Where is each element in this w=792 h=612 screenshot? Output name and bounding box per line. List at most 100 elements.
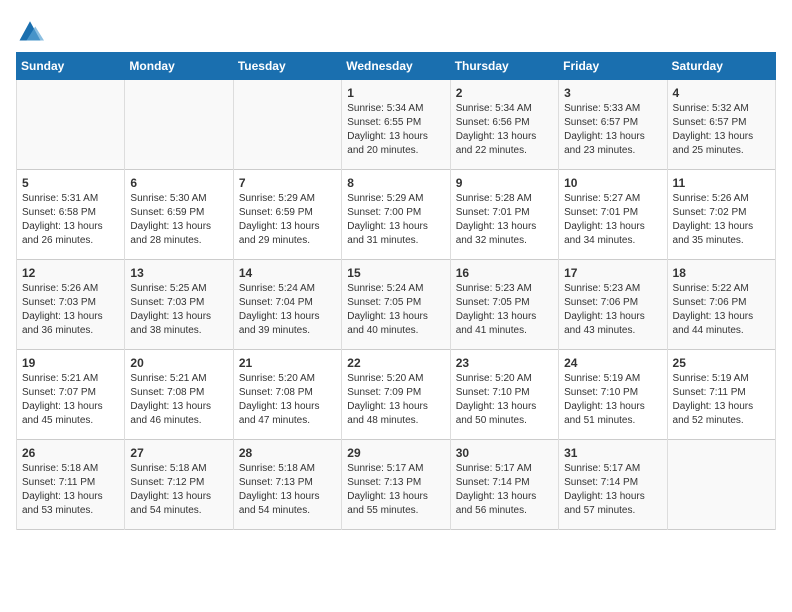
calendar-cell: 23 Sunrise: 5:20 AM Sunset: 7:10 PM Dayli… <box>450 350 558 440</box>
day-number: 22 <box>347 356 444 370</box>
page-header <box>16 16 776 44</box>
day-number: 23 <box>456 356 553 370</box>
day-info: Sunrise: 5:18 AM Sunset: 7:13 PM Dayligh… <box>239 462 336 518</box>
day-info: Sunrise: 5:17 AM Sunset: 7:13 PM Dayligh… <box>347 462 444 518</box>
calendar-cell: 20 Sunrise: 5:21 AM Sunset: 7:08 PM Dayli… <box>125 350 233 440</box>
calendar-cell: 14Sunrise: 5:24 AM Sunset: 7:04 PM Dayli… <box>233 260 341 350</box>
day-number: 30 <box>456 446 553 460</box>
day-info: Sunrise: 5:31 AM Sunset: 6:58 PM Dayligh… <box>22 192 119 248</box>
day-info: Sunrise: 5:20 AM Sunset: 7:10 PM Dayligh… <box>456 372 553 428</box>
header-row: SundayMondayTuesdayWednesdayThursdayFrid… <box>17 53 776 80</box>
day-number: 6 <box>130 176 227 190</box>
calendar-cell: 1Sunrise: 5:34 AM Sunset: 6:55 PM Daylig… <box>342 80 450 170</box>
logo-icon <box>16 16 44 44</box>
day-info: Sunrise: 5:17 AM Sunset: 7:14 PM Dayligh… <box>456 462 553 518</box>
day-info: Sunrise: 5:34 AM Sunset: 6:56 PM Dayligh… <box>456 102 553 158</box>
calendar-cell: 2 Sunrise: 5:34 AM Sunset: 6:56 PM Daylig… <box>450 80 558 170</box>
calendar-header: SundayMondayTuesdayWednesdayThursdayFrid… <box>17 53 776 80</box>
calendar-cell: 10Sunrise: 5:27 AM Sunset: 7:01 PM Dayli… <box>559 170 667 260</box>
calendar-cell: 9 Sunrise: 5:28 AM Sunset: 7:01 PM Daylig… <box>450 170 558 260</box>
day-number: 21 <box>239 356 336 370</box>
day-info: Sunrise: 5:23 AM Sunset: 7:06 PM Dayligh… <box>564 282 661 338</box>
day-number: 29 <box>347 446 444 460</box>
day-number: 4 <box>673 86 770 100</box>
day-number: 14 <box>239 266 336 280</box>
week-row-3: 19Sunrise: 5:21 AM Sunset: 7:07 PM Dayli… <box>17 350 776 440</box>
day-info: Sunrise: 5:21 AM Sunset: 7:07 PM Dayligh… <box>22 372 119 428</box>
day-number: 31 <box>564 446 661 460</box>
calendar-cell: 19Sunrise: 5:21 AM Sunset: 7:07 PM Dayli… <box>17 350 125 440</box>
calendar-cell: 30 Sunrise: 5:17 AM Sunset: 7:14 PM Dayli… <box>450 440 558 530</box>
calendar-cell: 6 Sunrise: 5:30 AM Sunset: 6:59 PM Daylig… <box>125 170 233 260</box>
day-info: Sunrise: 5:33 AM Sunset: 6:57 PM Dayligh… <box>564 102 661 158</box>
day-info: Sunrise: 5:18 AM Sunset: 7:11 PM Dayligh… <box>22 462 119 518</box>
day-number: 8 <box>347 176 444 190</box>
day-number: 20 <box>130 356 227 370</box>
calendar-cell: 26 Sunrise: 5:18 AM Sunset: 7:11 PM Dayli… <box>17 440 125 530</box>
day-info: Sunrise: 5:24 AM Sunset: 7:05 PM Dayligh… <box>347 282 444 338</box>
header-day-wednesday: Wednesday <box>342 53 450 80</box>
day-number: 11 <box>673 176 770 190</box>
week-row-4: 26 Sunrise: 5:18 AM Sunset: 7:11 PM Dayli… <box>17 440 776 530</box>
header-day-thursday: Thursday <box>450 53 558 80</box>
calendar-cell: 21 Sunrise: 5:20 AM Sunset: 7:08 PM Dayli… <box>233 350 341 440</box>
day-info: Sunrise: 5:23 AM Sunset: 7:05 PM Dayligh… <box>456 282 553 338</box>
calendar-cell: 24Sunrise: 5:19 AM Sunset: 7:10 PM Dayli… <box>559 350 667 440</box>
calendar-cell: 11 Sunrise: 5:26 AM Sunset: 7:02 PM Dayli… <box>667 170 775 260</box>
day-number: 18 <box>673 266 770 280</box>
day-info: Sunrise: 5:29 AM Sunset: 6:59 PM Dayligh… <box>239 192 336 248</box>
calendar-cell: 27 Sunrise: 5:18 AM Sunset: 7:12 PM Dayli… <box>125 440 233 530</box>
calendar-cell: 28Sunrise: 5:18 AM Sunset: 7:13 PM Dayli… <box>233 440 341 530</box>
calendar-cell: 22 Sunrise: 5:20 AM Sunset: 7:09 PM Dayli… <box>342 350 450 440</box>
calendar-cell: 29 Sunrise: 5:17 AM Sunset: 7:13 PM Dayli… <box>342 440 450 530</box>
day-number: 16 <box>456 266 553 280</box>
header-day-saturday: Saturday <box>667 53 775 80</box>
day-info: Sunrise: 5:30 AM Sunset: 6:59 PM Dayligh… <box>130 192 227 248</box>
day-number: 24 <box>564 356 661 370</box>
day-info: Sunrise: 5:26 AM Sunset: 7:02 PM Dayligh… <box>673 192 770 248</box>
calendar-body: 1Sunrise: 5:34 AM Sunset: 6:55 PM Daylig… <box>17 80 776 530</box>
week-row-1: 5 Sunrise: 5:31 AM Sunset: 6:58 PM Daylig… <box>17 170 776 260</box>
week-row-2: 12 Sunrise: 5:26 AM Sunset: 7:03 PM Dayli… <box>17 260 776 350</box>
calendar-cell: 7 Sunrise: 5:29 AM Sunset: 6:59 PM Daylig… <box>233 170 341 260</box>
calendar-cell: 16 Sunrise: 5:23 AM Sunset: 7:05 PM Dayli… <box>450 260 558 350</box>
day-info: Sunrise: 5:20 AM Sunset: 7:08 PM Dayligh… <box>239 372 336 428</box>
day-number: 26 <box>22 446 119 460</box>
day-number: 15 <box>347 266 444 280</box>
calendar-table: SundayMondayTuesdayWednesdayThursdayFrid… <box>16 52 776 530</box>
calendar-cell <box>125 80 233 170</box>
day-info: Sunrise: 5:28 AM Sunset: 7:01 PM Dayligh… <box>456 192 553 248</box>
day-number: 25 <box>673 356 770 370</box>
header-day-tuesday: Tuesday <box>233 53 341 80</box>
day-info: Sunrise: 5:19 AM Sunset: 7:11 PM Dayligh… <box>673 372 770 428</box>
day-info: Sunrise: 5:22 AM Sunset: 7:06 PM Dayligh… <box>673 282 770 338</box>
calendar-cell: 12 Sunrise: 5:26 AM Sunset: 7:03 PM Dayli… <box>17 260 125 350</box>
day-info: Sunrise: 5:18 AM Sunset: 7:12 PM Dayligh… <box>130 462 227 518</box>
day-number: 5 <box>22 176 119 190</box>
calendar-cell: 17Sunrise: 5:23 AM Sunset: 7:06 PM Dayli… <box>559 260 667 350</box>
calendar-cell: 25 Sunrise: 5:19 AM Sunset: 7:11 PM Dayli… <box>667 350 775 440</box>
day-number: 12 <box>22 266 119 280</box>
day-info: Sunrise: 5:20 AM Sunset: 7:09 PM Dayligh… <box>347 372 444 428</box>
day-number: 27 <box>130 446 227 460</box>
header-day-sunday: Sunday <box>17 53 125 80</box>
header-day-monday: Monday <box>125 53 233 80</box>
logo <box>16 16 48 44</box>
header-day-friday: Friday <box>559 53 667 80</box>
calendar-cell: 31Sunrise: 5:17 AM Sunset: 7:14 PM Dayli… <box>559 440 667 530</box>
calendar-cell: 4 Sunrise: 5:32 AM Sunset: 6:57 PM Daylig… <box>667 80 775 170</box>
day-number: 9 <box>456 176 553 190</box>
calendar-cell <box>233 80 341 170</box>
calendar-cell: 13 Sunrise: 5:25 AM Sunset: 7:03 PM Dayli… <box>125 260 233 350</box>
day-number: 2 <box>456 86 553 100</box>
day-info: Sunrise: 5:26 AM Sunset: 7:03 PM Dayligh… <box>22 282 119 338</box>
day-info: Sunrise: 5:27 AM Sunset: 7:01 PM Dayligh… <box>564 192 661 248</box>
day-info: Sunrise: 5:25 AM Sunset: 7:03 PM Dayligh… <box>130 282 227 338</box>
day-info: Sunrise: 5:21 AM Sunset: 7:08 PM Dayligh… <box>130 372 227 428</box>
day-info: Sunrise: 5:29 AM Sunset: 7:00 PM Dayligh… <box>347 192 444 248</box>
day-number: 13 <box>130 266 227 280</box>
day-number: 7 <box>239 176 336 190</box>
calendar-cell: 15 Sunrise: 5:24 AM Sunset: 7:05 PM Dayli… <box>342 260 450 350</box>
day-info: Sunrise: 5:32 AM Sunset: 6:57 PM Dayligh… <box>673 102 770 158</box>
calendar-cell <box>667 440 775 530</box>
